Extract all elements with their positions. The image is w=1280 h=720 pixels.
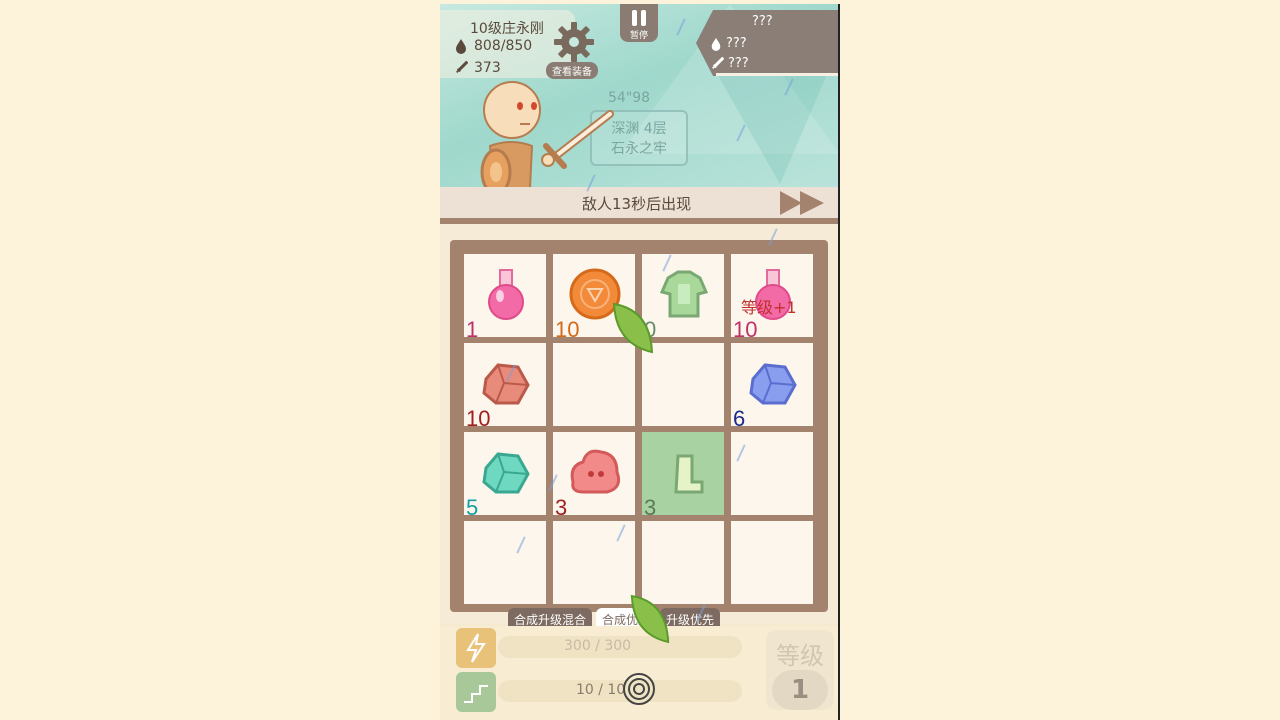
enemy-notice-bar: 敌人13秒后出现 bbox=[440, 187, 838, 219]
game-screen: 10级庄永刚 808/850 373 查看装备 暂停 ??? ??? ??? 5… bbox=[440, 4, 840, 720]
fast-forward-icon[interactable] bbox=[776, 187, 830, 219]
boot-icon bbox=[674, 454, 704, 494]
pause-button[interactable]: 暂停 bbox=[620, 4, 658, 42]
leaf-icon bbox=[630, 594, 670, 644]
potion-icon bbox=[488, 269, 524, 320]
enemy-stats-panel: ??? ??? ??? bbox=[696, 10, 838, 76]
item-count: 10 bbox=[733, 317, 758, 342]
board-cell[interactable]: 等级+1 10 bbox=[731, 254, 813, 342]
enemy-attack-value: ??? bbox=[728, 56, 749, 71]
teal-ore-icon bbox=[482, 452, 530, 494]
blue-ore-icon bbox=[749, 363, 797, 405]
enemy-name: ??? bbox=[752, 14, 773, 29]
stairs-button[interactable] bbox=[456, 672, 496, 712]
item-count: 6 bbox=[733, 406, 746, 431]
level-up-label: 等级+1 bbox=[741, 298, 797, 317]
level-label: 等级 bbox=[776, 642, 824, 670]
sword-icon bbox=[456, 60, 468, 73]
player-hp: 808/850 bbox=[454, 38, 532, 54]
board-cell[interactable]: 3 bbox=[553, 432, 635, 520]
blood-drop-icon bbox=[711, 37, 721, 51]
red-slime-icon bbox=[570, 449, 621, 494]
lightning-icon bbox=[466, 633, 486, 663]
sword-icon bbox=[712, 56, 724, 69]
merge-board: 1 10 0 等级+1 10 10 6 5 3 3 bbox=[450, 240, 828, 612]
item-count: 3 bbox=[644, 495, 657, 520]
item-count: 3 bbox=[555, 495, 568, 520]
blood-drop-icon bbox=[456, 39, 466, 54]
board-cell[interactable]: 6 bbox=[731, 343, 813, 431]
energy-text: 300 / 300 bbox=[564, 638, 632, 654]
stairs-icon bbox=[464, 685, 488, 703]
stairs-text: 10 / 10 bbox=[576, 682, 626, 698]
leaf-icon bbox=[612, 302, 654, 354]
battle-scene: 10级庄永刚 808/850 373 查看装备 暂停 ??? ??? ??? 5… bbox=[440, 4, 838, 219]
player-attack-value: 373 bbox=[474, 60, 501, 76]
level-value: 1 bbox=[772, 670, 828, 710]
level-display: 等级 1 bbox=[766, 630, 834, 710]
gear-icon[interactable] bbox=[552, 20, 596, 64]
item-count: 5 bbox=[466, 495, 479, 520]
pause-label: 暂停 bbox=[629, 31, 648, 41]
player-attack: 373 bbox=[454, 60, 501, 76]
player-hp-value: 808/850 bbox=[474, 38, 533, 54]
board-cell[interactable]: 5 bbox=[464, 432, 546, 520]
board-cell[interactable]: 3 bbox=[642, 432, 724, 520]
energy-button[interactable] bbox=[456, 628, 496, 668]
enemy-notice-text: 敌人13秒后出现 bbox=[582, 195, 692, 213]
item-count: 10 bbox=[555, 317, 580, 342]
board-cell[interactable] bbox=[553, 521, 635, 604]
vortex-icon bbox=[623, 673, 655, 705]
board-cell[interactable] bbox=[464, 521, 546, 604]
item-count: 10 bbox=[466, 406, 491, 431]
enemy-hp-value: ??? bbox=[726, 36, 747, 51]
enemy-attack: ??? bbox=[710, 56, 749, 71]
board-cell[interactable]: 1 bbox=[464, 254, 546, 342]
board-cell[interactable]: 10 bbox=[464, 343, 546, 431]
armor-icon bbox=[659, 270, 709, 318]
item-count: 1 bbox=[466, 317, 479, 342]
enemy-hp: ??? bbox=[710, 36, 747, 51]
red-ore-icon bbox=[482, 363, 530, 405]
board-cell[interactable] bbox=[731, 521, 813, 604]
player-name: 10级庄永刚 bbox=[470, 21, 544, 37]
